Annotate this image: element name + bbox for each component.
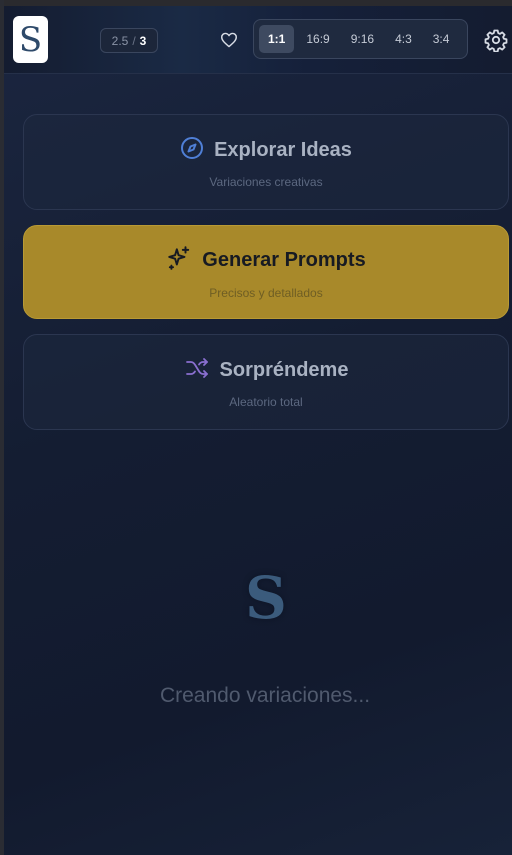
ratio-option-9-16[interactable]: 9:16: [342, 25, 383, 53]
settings-gear-icon[interactable]: [483, 27, 509, 53]
mode-subtitle: Aleatorio total: [229, 394, 303, 409]
sparkles-icon: [166, 245, 192, 276]
mode-card-explorar-ideas[interactable]: Explorar Ideas Variaciones creativas: [23, 114, 509, 210]
shuffle-icon: [184, 356, 210, 385]
ratio-option-3-4[interactable]: 3:4: [424, 25, 459, 53]
ratio-option-16-9[interactable]: 16:9: [297, 25, 338, 53]
ratio-option-1-1[interactable]: 1:1: [259, 25, 295, 53]
loading-logo-letter: S: [245, 564, 287, 632]
mode-title: Generar Prompts: [202, 248, 366, 271]
mode-title: Explorar Ideas: [214, 138, 352, 161]
mode-title: Sorpréndeme: [219, 358, 349, 381]
compass-icon: [180, 136, 204, 165]
loading-status-text: Creando variaciones...: [159, 684, 371, 707]
mode-subtitle: Variaciones creativas: [209, 174, 323, 189]
app-panel: S 2.5 / 3 1:1 16:9 9:16 4:3 3:4 Explorar…: [4, 6, 512, 855]
loading-logo: S: [244, 566, 288, 630]
aspect-ratio-selector: 1:1 16:9 9:16 4:3 3:4: [253, 19, 468, 59]
usage-counter: 2.5 / 3: [100, 28, 158, 53]
usage-used: 2.5: [111, 33, 129, 48]
app-logo[interactable]: S: [13, 16, 48, 63]
usage-separator: /: [132, 33, 136, 48]
mode-subtitle: Precisos y detallados: [209, 285, 323, 300]
usage-total: 3: [139, 33, 147, 48]
logo-letter: S: [18, 19, 43, 60]
mode-card-sorprendeme[interactable]: Sorpréndeme Aleatorio total: [23, 334, 509, 430]
ratio-option-4-3[interactable]: 4:3: [386, 25, 421, 53]
mode-card-generar-prompts[interactable]: Generar Prompts Precisos y detallados: [23, 225, 509, 319]
top-bar: S 2.5 / 3 1:1 16:9 9:16 4:3 3:4: [4, 6, 512, 74]
favorites-heart-icon[interactable]: [218, 29, 240, 51]
